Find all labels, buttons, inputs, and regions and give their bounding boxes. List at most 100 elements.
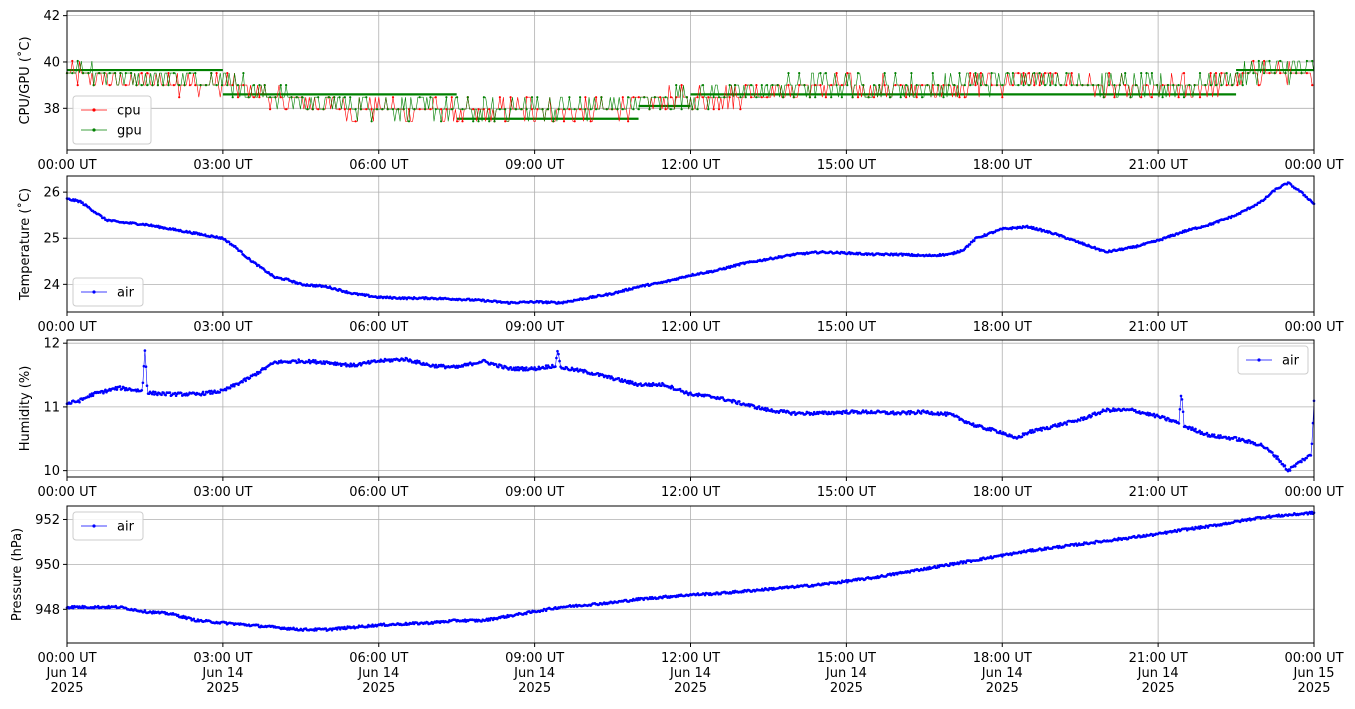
data-point xyxy=(472,108,475,111)
data-point xyxy=(632,96,635,99)
data-point xyxy=(985,84,988,87)
data-point xyxy=(172,72,175,75)
data-point xyxy=(1134,84,1137,87)
data-point xyxy=(92,84,95,87)
data-point xyxy=(766,84,769,87)
x-tick-label: Jun 14 xyxy=(669,666,711,681)
x-tick-label: 09:00 UT xyxy=(505,320,564,335)
data-point xyxy=(236,96,240,99)
data-point xyxy=(114,72,117,75)
data-point xyxy=(798,72,801,75)
data-point xyxy=(164,393,167,397)
data-point xyxy=(450,96,453,99)
data-point xyxy=(752,404,756,408)
data-point xyxy=(555,356,558,360)
data-point xyxy=(1273,72,1276,75)
x-tick-label: 09:00 UT xyxy=(505,158,564,173)
data-point xyxy=(450,108,453,111)
data-point xyxy=(1081,84,1084,87)
data-point xyxy=(814,96,817,99)
data-point xyxy=(1276,455,1279,458)
x-tick-label: 12:00 UT xyxy=(661,320,720,335)
data-point xyxy=(124,72,127,75)
data-point xyxy=(143,349,147,352)
data-point xyxy=(680,84,683,87)
x-tick-label: 21:00 UT xyxy=(1129,320,1188,335)
data-point xyxy=(750,96,753,99)
data-point xyxy=(573,120,576,123)
x-tick-label: 12:00 UT xyxy=(661,158,720,173)
data-point xyxy=(1093,411,1096,415)
data-point xyxy=(1124,84,1127,87)
data-point xyxy=(575,367,579,371)
data-point xyxy=(1279,460,1282,463)
data-point xyxy=(338,96,341,99)
data-point xyxy=(254,373,258,377)
data-point xyxy=(477,108,480,111)
data-point xyxy=(1059,84,1063,87)
data-point xyxy=(755,84,758,87)
y-tick-label: 25 xyxy=(43,232,60,247)
data-point xyxy=(91,394,95,398)
data-point xyxy=(242,72,245,75)
data-point xyxy=(1150,72,1153,75)
data-point xyxy=(1070,84,1073,87)
data-point xyxy=(675,84,678,87)
data-point xyxy=(466,96,469,99)
data-point xyxy=(1214,72,1218,75)
data-point xyxy=(969,84,972,87)
data-point xyxy=(215,72,218,75)
data-point xyxy=(851,96,854,99)
data-point xyxy=(194,84,197,87)
data-point xyxy=(504,120,507,123)
data-point xyxy=(995,84,999,87)
data-point xyxy=(247,96,250,99)
data-point xyxy=(236,84,240,87)
data-point xyxy=(1268,59,1271,63)
data-point xyxy=(1140,96,1143,99)
data-point xyxy=(1104,409,1108,413)
data-point xyxy=(1177,422,1181,425)
data-point xyxy=(1301,191,1304,194)
data-point xyxy=(269,108,272,111)
data-point xyxy=(1246,441,1249,444)
data-point xyxy=(669,108,673,111)
data-point xyxy=(990,72,993,75)
data-point xyxy=(258,84,261,87)
data-point xyxy=(707,96,710,99)
data-point xyxy=(1294,465,1297,468)
data-point xyxy=(1225,84,1228,87)
data-point xyxy=(757,405,761,408)
data-point xyxy=(215,84,218,87)
data-point xyxy=(744,96,747,99)
data-point xyxy=(840,84,844,87)
x-tick-label: 06:00 UT xyxy=(349,651,408,666)
data-point xyxy=(1108,84,1111,87)
data-point xyxy=(1181,410,1185,414)
data-point xyxy=(1220,84,1223,87)
data-point xyxy=(1022,84,1025,87)
data-point xyxy=(653,96,657,99)
data-point xyxy=(963,84,966,87)
data-point xyxy=(1300,72,1303,75)
data-point xyxy=(434,108,437,111)
data-point xyxy=(554,365,557,368)
data-point xyxy=(497,365,500,369)
data-point xyxy=(1236,72,1239,75)
data-point xyxy=(659,108,662,111)
data-point xyxy=(736,402,739,406)
data-point xyxy=(1178,408,1182,411)
data-point xyxy=(830,96,833,99)
x-tick-label: 2025 xyxy=(830,681,863,696)
data-point xyxy=(1179,394,1183,398)
data-point xyxy=(979,72,983,75)
data-point xyxy=(1305,72,1308,75)
legend: air xyxy=(72,277,144,307)
data-point xyxy=(1257,84,1260,87)
y-tick-label: 38 xyxy=(43,102,60,117)
data-point xyxy=(627,96,630,99)
x-tick-label: 2025 xyxy=(50,681,83,696)
x-tick-label: Jun 14 xyxy=(357,666,399,681)
data-point xyxy=(552,120,555,123)
data-point xyxy=(391,108,395,111)
